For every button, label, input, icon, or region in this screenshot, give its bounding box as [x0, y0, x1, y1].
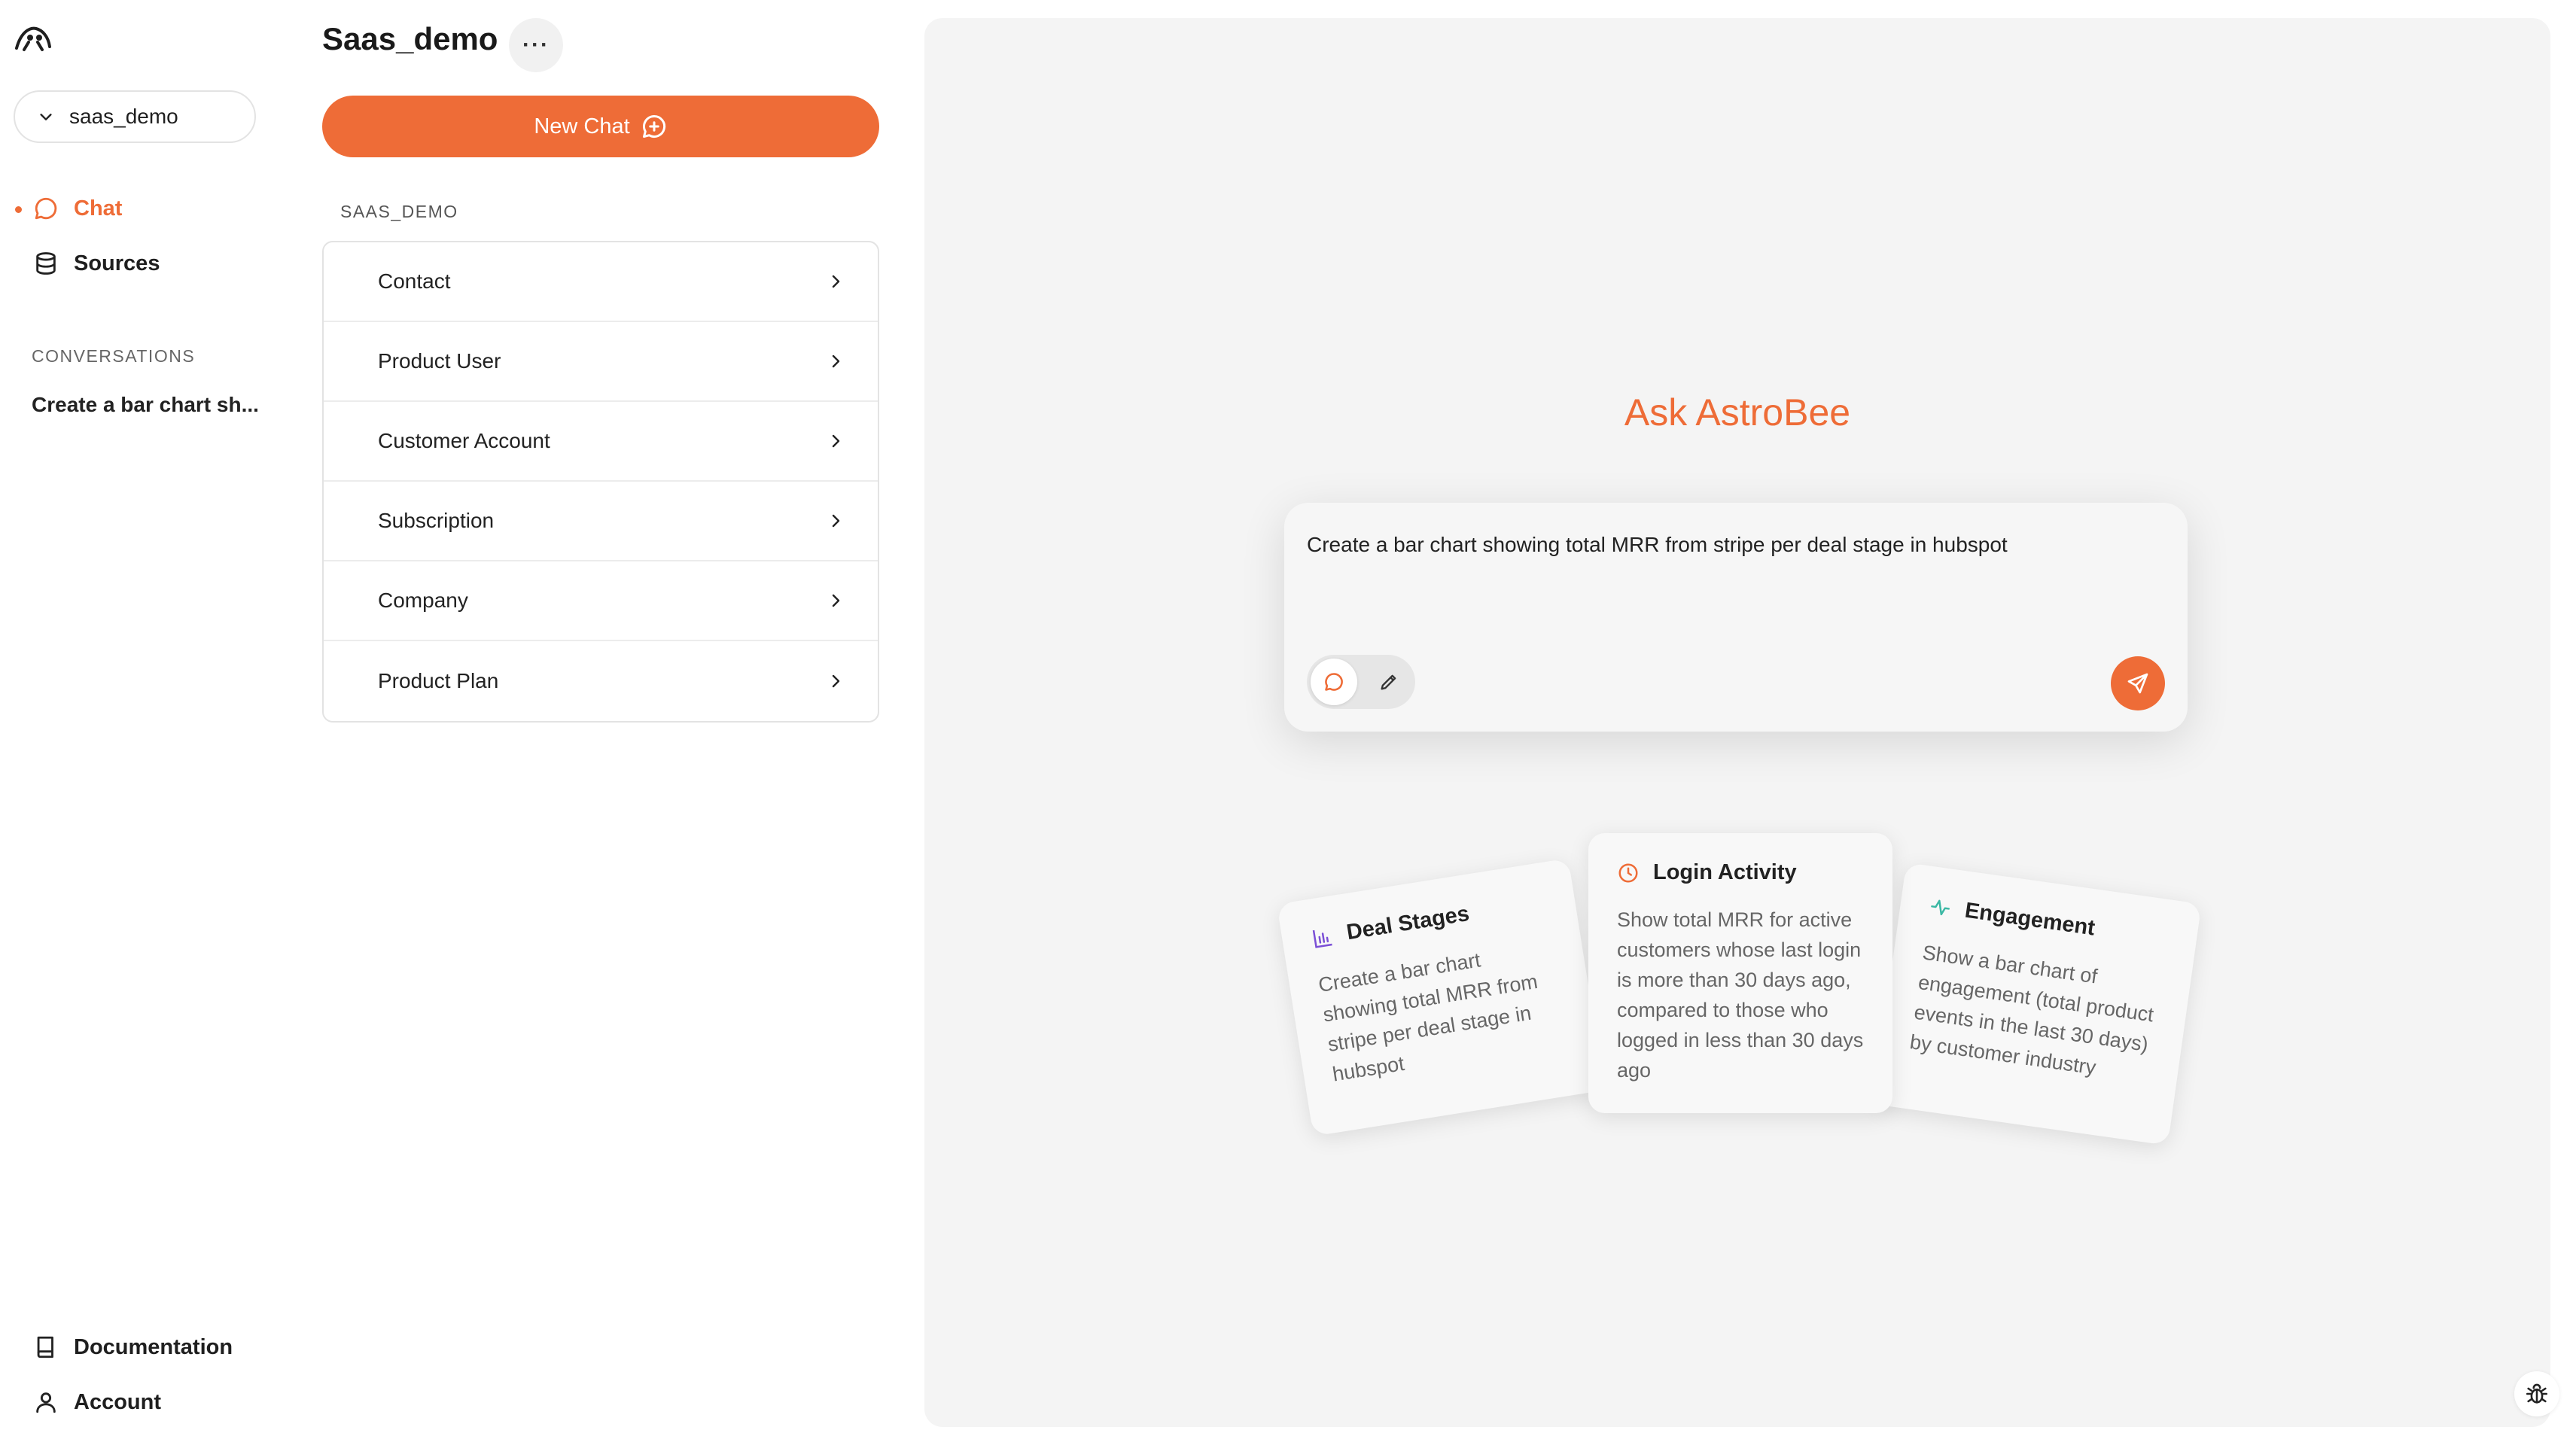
more-options-button[interactable]: ···: [509, 18, 563, 72]
chevron-down-icon: [40, 114, 52, 120]
new-chat-label: New Chat: [534, 114, 630, 138]
mode-toggle[interactable]: [1307, 655, 1415, 709]
nav-item-chat-label: Chat: [74, 196, 123, 221]
nav-item-account-label: Account: [74, 1389, 161, 1414]
table-item-label: Company: [378, 589, 468, 612]
table-item-label: Contact: [378, 269, 451, 293]
table-item-label: Customer Account: [378, 429, 550, 452]
suggestion-card-login-activity[interactable]: Login Activity Show total MRR for active…: [1588, 833, 1892, 1113]
source-section-heading: SAAS_DEMO: [340, 202, 458, 221]
chevron-right-icon: [832, 354, 840, 368]
user-icon: [36, 1392, 56, 1413]
suggestion-text: Create a bar chart showing total MRR fro…: [1317, 948, 1539, 1086]
table-item-company[interactable]: Company: [324, 561, 878, 641]
table-item-customer-account[interactable]: Customer Account: [324, 402, 878, 482]
new-chat-button[interactable]: New Chat: [322, 96, 879, 157]
clock-icon: [1618, 863, 1638, 882]
table-item-product-plan[interactable]: Product Plan: [324, 641, 878, 721]
chat-bubble-icon: [35, 197, 57, 220]
suggestion-card-engagement[interactable]: Engagement Show a bar chart of engagemen…: [1872, 863, 2202, 1145]
bar-chart-icon: [1312, 929, 1332, 948]
suggestion-text: Show a bar chart of engagement (total pr…: [1908, 941, 2155, 1079]
nav-item-sources-label: Sources: [74, 251, 160, 275]
database-selector[interactable]: saas_demo: [14, 90, 256, 143]
conversations-heading: CONVERSATIONS: [32, 346, 196, 366]
project-title: Saas_demo: [322, 21, 498, 56]
active-indicator: [15, 206, 22, 213]
suggestion-title: Deal Stages: [1344, 901, 1471, 945]
more-horizontal-icon: ···: [522, 32, 550, 57]
suggestion-title: Engagement: [1963, 898, 2096, 941]
pencil-icon: [1381, 674, 1396, 690]
conversation-item[interactable]: Create a bar chart sh...: [32, 393, 273, 417]
source-panel: Saas_demo ··· New Chat SAAS_DEMO Contact…: [286, 0, 933, 1436]
chevron-right-icon: [832, 275, 840, 288]
chevron-right-icon: [832, 674, 840, 688]
send-icon: [2127, 673, 2148, 694]
table-item-contact[interactable]: Contact: [324, 242, 878, 322]
left-sidebar: saas_demo Chat Sources CONVERSATIONS Cre…: [0, 0, 286, 1436]
table-item-subscription[interactable]: Subscription: [324, 482, 878, 561]
database-selector-label: saas_demo: [69, 105, 178, 128]
chat-mode-button[interactable]: [1311, 659, 1357, 705]
chevron-right-icon: [832, 594, 840, 607]
book-icon: [37, 1336, 53, 1358]
activity-icon: [1931, 899, 1950, 915]
nav-item-documentation-label: Documentation: [74, 1334, 233, 1359]
chevron-right-icon: [832, 434, 840, 448]
chat-bubble-icon: [1325, 673, 1343, 691]
table-item-label: Product User: [378, 349, 501, 373]
nav-item-sources[interactable]: Sources: [33, 245, 160, 282]
app-logo-icon[interactable]: [14, 20, 53, 53]
suggestion-card-deal-stages[interactable]: Deal Stages Create a bar chart showing t…: [1277, 858, 1605, 1136]
chat-plus-icon: [642, 114, 665, 138]
chevron-right-icon: [832, 514, 840, 528]
suggestion-title: Login Activity: [1653, 860, 1797, 884]
prompt-composer[interactable]: Create a bar chart showing total MRR fro…: [1284, 503, 2188, 732]
suggestion-text: Show total MRR for active customers whos…: [1617, 908, 1864, 1082]
nav-item-account[interactable]: Account: [33, 1383, 161, 1421]
table-item-product-user[interactable]: Product User: [324, 322, 878, 402]
table-item-label: Subscription: [378, 509, 495, 532]
table-list: Contact Product User Customer Account Su…: [322, 241, 879, 723]
send-button[interactable]: [2111, 656, 2165, 710]
edit-mode-button[interactable]: [1366, 659, 1412, 705]
chat-main-area: Ask AstroBee Create a bar chart showing …: [924, 18, 2550, 1427]
nav-item-chat[interactable]: Chat: [33, 190, 122, 227]
bug-report-button[interactable]: [2514, 1371, 2559, 1416]
ask-heading: Ask AstroBee: [1624, 391, 1851, 434]
prompt-input[interactable]: Create a bar chart showing total MRR fro…: [1307, 533, 2008, 557]
table-item-label: Product Plan: [378, 669, 499, 692]
database-icon: [36, 252, 56, 275]
nav-item-documentation[interactable]: Documentation: [33, 1328, 233, 1366]
bug-icon: [2526, 1383, 2548, 1404]
